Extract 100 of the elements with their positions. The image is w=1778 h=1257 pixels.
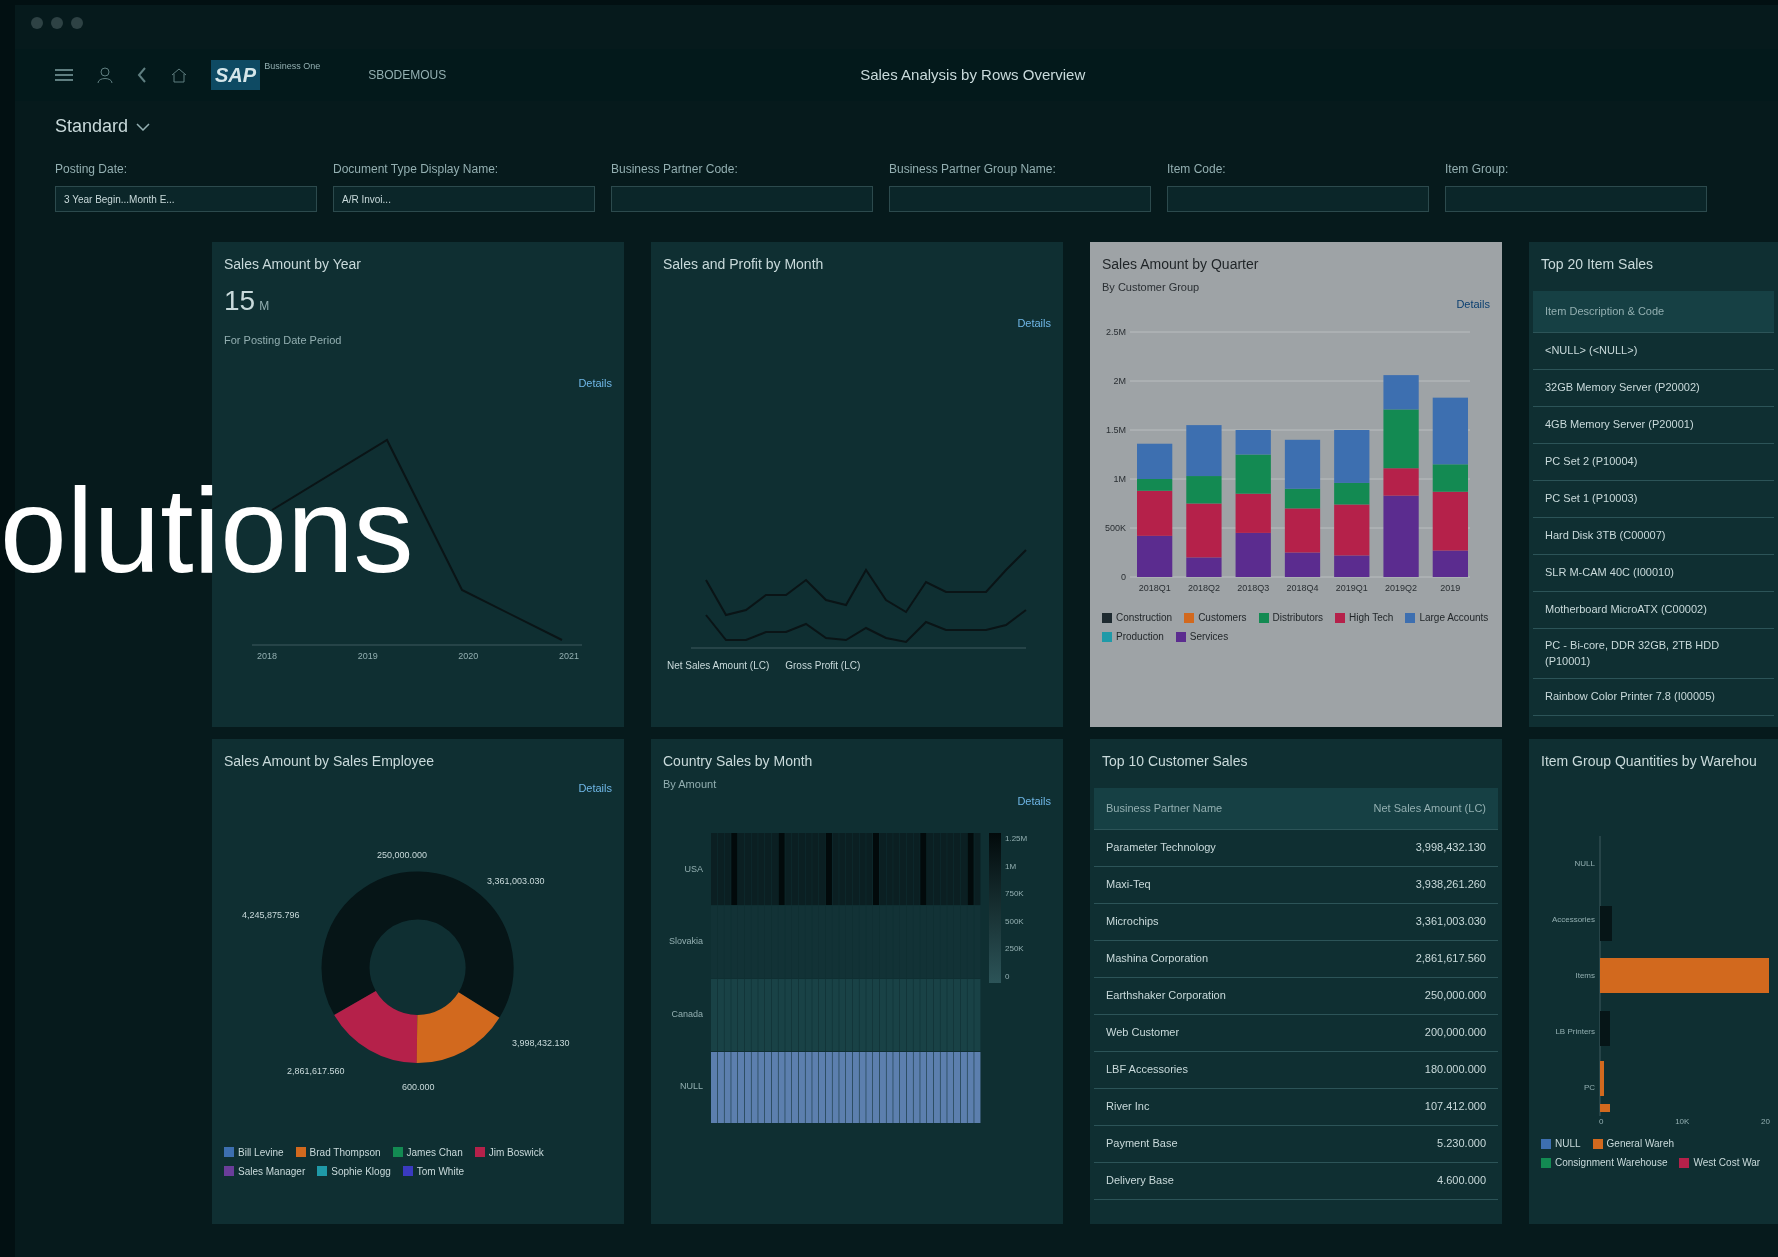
- row-label: Slovakia: [668, 935, 703, 948]
- scale-label: 500K: [1005, 915, 1025, 928]
- table-cell-text: Payment Base: [1106, 1136, 1178, 1152]
- table-cell-text: 4GB Memory Server (P20001): [1545, 417, 1694, 433]
- kpi-unit: M: [259, 298, 270, 315]
- legend-label: Services: [1189, 630, 1229, 644]
- card-title: Sales Amount by Quarter: [1102, 255, 1260, 274]
- details-link[interactable]: Details: [1456, 295, 1490, 312]
- card-title: Top 20 Item Sales: [1541, 255, 1655, 274]
- bar: [1600, 1061, 1604, 1096]
- kpi-caption: For Posting Date Period: [224, 334, 342, 346]
- menu-icon[interactable]: [55, 68, 73, 82]
- window-control-icon[interactable]: [31, 17, 43, 29]
- back-icon[interactable]: [137, 67, 147, 83]
- slice-label: 3,998,432.130: [512, 1036, 570, 1050]
- table-cell-text: Web Customer: [1106, 1025, 1180, 1041]
- x-tick-label: 0: [1599, 1116, 1604, 1128]
- y-tick-label: 500K: [1104, 523, 1126, 533]
- bar: [1600, 1104, 1610, 1112]
- table-cell-text: 3,938,261.260: [1415, 877, 1486, 893]
- y-tick-label: 2M: [1113, 376, 1126, 386]
- filter-field[interactable]: [889, 186, 1151, 212]
- chevron-down-icon[interactable]: [136, 122, 151, 131]
- slice-label: 600.000: [402, 1080, 435, 1094]
- table-cell-text: PC Set 1 (P10003): [1545, 491, 1638, 507]
- card-title: Sales and Profit by Month: [663, 255, 825, 274]
- x-tick-label: 2018: [257, 649, 278, 663]
- table-cell-text: LBF Accessories: [1106, 1062, 1188, 1078]
- card-title: Top 10 Customer Sales: [1102, 752, 1249, 771]
- card-title: Item Group Quantities by Warehou: [1541, 752, 1758, 771]
- filter-field[interactable]: 3 Year Begin...Month E...: [55, 186, 317, 212]
- x-tick-label: 2018Q4: [1286, 583, 1319, 593]
- company-name: SBODEMOUS: [368, 67, 447, 84]
- filter-label: Posting Date:: [55, 161, 129, 178]
- y-tick-label: 1M: [1113, 474, 1126, 484]
- legend-label: NULL: [1555, 1137, 1581, 1151]
- category-label: NULL: [1574, 858, 1595, 870]
- details-link[interactable]: Details: [1017, 315, 1051, 332]
- user-icon[interactable]: [97, 67, 113, 83]
- details-link[interactable]: Details: [1017, 792, 1051, 809]
- details-link[interactable]: Details: [578, 375, 612, 392]
- scale-label: 750K: [1005, 888, 1025, 901]
- card-subtitle: By Customer Group: [1102, 280, 1201, 295]
- table-cell-text: SLR M-CAM 40C (I00010): [1545, 565, 1674, 581]
- table-header: Business Partner Name Net Sales Amount (LC): [1094, 788, 1498, 830]
- x-tick-label: 2019: [1440, 583, 1461, 593]
- legend-label: Consignment Warehouse: [1555, 1156, 1668, 1170]
- legend-label: Bill Levine: [238, 1145, 284, 1160]
- table-cell-text: Delivery Base: [1106, 1173, 1174, 1189]
- slice-label: 3,361,003.030: [487, 874, 545, 888]
- scale-label: 250K: [1005, 943, 1025, 956]
- bar-segment: [1137, 535, 1173, 577]
- filter-field[interactable]: A/R Invoi...: [333, 186, 595, 212]
- filter-label: Business Partner Code:: [611, 161, 739, 178]
- table-cell-text: Rainbow Color Printer 7.8 (I00005): [1545, 689, 1715, 705]
- x-tick-label: 10K: [1675, 1116, 1690, 1128]
- table-cell-text: 4.600.000: [1437, 1173, 1486, 1189]
- category-label: PC: [1583, 1082, 1595, 1094]
- scale-label: 1M: [1005, 860, 1018, 873]
- y-tick-label: 1.5M: [1106, 425, 1126, 435]
- legend-label: James Chan: [406, 1145, 463, 1160]
- filter-field[interactable]: [611, 186, 873, 212]
- table-cell-text: Hard Disk 3TB (C00007): [1545, 528, 1666, 544]
- table-cell-text: 180.000.000: [1424, 1062, 1486, 1078]
- legend-label: General Wareh: [1606, 1137, 1674, 1151]
- details-link[interactable]: Details: [578, 780, 612, 797]
- category-label: Accessories: [1551, 914, 1595, 926]
- y-tick-label: 2.5M: [1106, 327, 1126, 337]
- row-label: USA: [684, 862, 703, 876]
- table-cell-text: Motherboard MicroATX (C00002): [1545, 602, 1707, 618]
- brand-logo: SAP: [211, 60, 261, 90]
- table-cell-text: 32GB Memory Server (P20002): [1545, 380, 1700, 396]
- legend-label: Customers: [1198, 611, 1247, 625]
- table-cell-text: River Inc: [1106, 1099, 1150, 1115]
- filter-field[interactable]: [1167, 186, 1429, 212]
- table-cell-text: PC - Bi-core, DDR 32GB, 2TB HDD (P10001): [1545, 637, 1721, 669]
- scale-label: 1.25M: [1005, 833, 1028, 845]
- table-header: Item Description & Code: [1533, 291, 1774, 333]
- window-control-icon[interactable]: [71, 17, 83, 29]
- slice-label: 250,000.000: [377, 848, 428, 862]
- table-cell-text: 5.230.000: [1437, 1136, 1486, 1152]
- legend-label: Sales Manager: [238, 1164, 306, 1179]
- x-tick-label: 2018Q2: [1187, 583, 1220, 593]
- variant-selector[interactable]: Standard: [55, 113, 129, 140]
- filter-field[interactable]: [1445, 186, 1707, 212]
- legend-label: Jim Boswick: [488, 1145, 544, 1160]
- table-cell-text: Parameter Technology: [1106, 840, 1216, 856]
- window-control-icon[interactable]: [51, 17, 63, 29]
- table-cell-text: <NULL> (<NULL>): [1545, 343, 1638, 359]
- card-title: Country Sales by Month: [663, 752, 814, 771]
- bar: [1600, 906, 1612, 941]
- legend-label: Production: [1116, 630, 1164, 644]
- brand-subtitle: Business One: [264, 60, 321, 73]
- table-cell-text: Maxi-Teq: [1106, 877, 1151, 893]
- home-icon[interactable]: [171, 67, 187, 83]
- x-tick-label: 2019: [357, 649, 378, 663]
- slice-label: 2,861,617.560: [287, 1064, 345, 1078]
- row-label: NULL: [680, 1080, 703, 1093]
- table-cell-text: 200,000.000: [1424, 1025, 1486, 1041]
- slice-label: 4,245,875.796: [242, 908, 300, 922]
